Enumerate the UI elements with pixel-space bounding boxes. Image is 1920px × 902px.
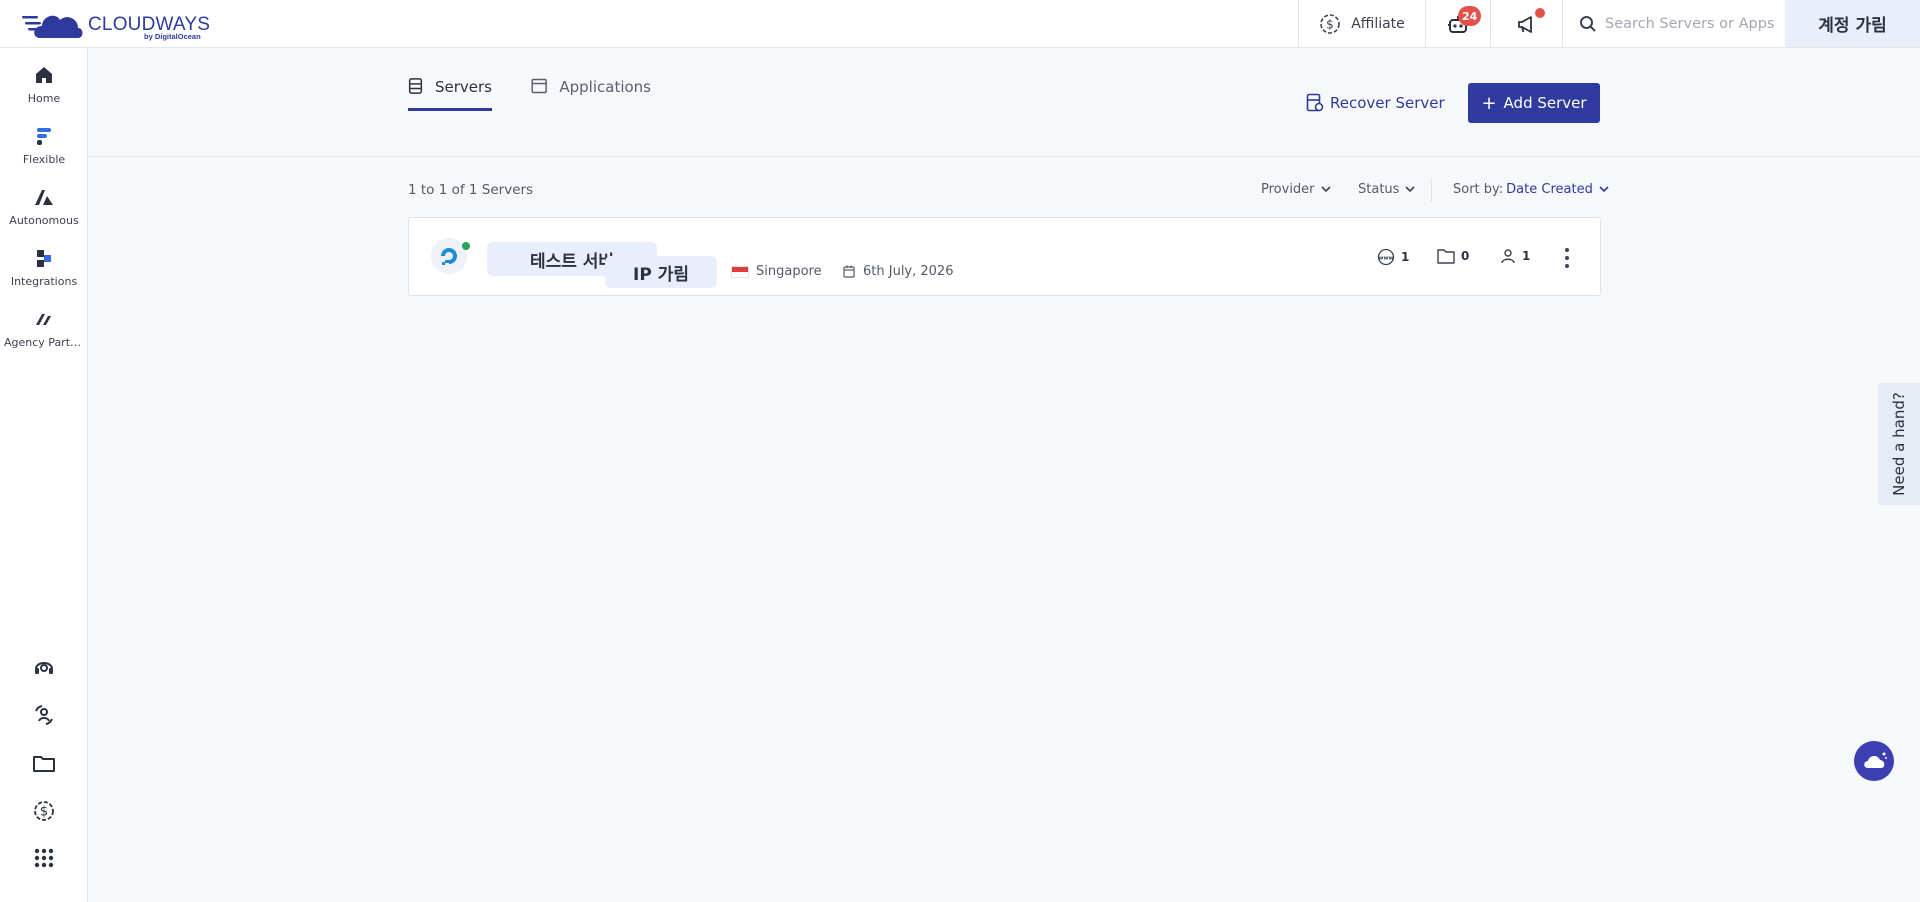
add-server-button[interactable]: + Add Server: [1468, 83, 1600, 123]
search-input[interactable]: [1605, 15, 1785, 32]
apps-grid-icon[interactable]: [32, 846, 56, 870]
sidebar-item-label: Integrations: [10, 275, 78, 288]
billing-icon[interactable]: $: [32, 799, 56, 823]
user-icon: [1501, 249, 1515, 264]
account-label: 계정 가림: [1818, 16, 1887, 36]
location-label: Singapore: [756, 264, 822, 279]
application-window-icon: [531, 78, 547, 94]
sort-value: Date Created: [1506, 182, 1593, 197]
account-menu-button[interactable]: 계정 가림: [1785, 0, 1920, 47]
server-status-dot: [462, 242, 470, 250]
add-server-label: Add Server: [1503, 94, 1587, 112]
status-filter[interactable]: Status: [1358, 182, 1416, 197]
announcement-dot: [1535, 8, 1545, 18]
calendar-icon: [843, 265, 855, 278]
folder-icon: [1437, 249, 1455, 264]
server-icon: [408, 78, 423, 94]
server-count: 1 to 1 of 1 Servers: [408, 182, 534, 198]
sidebar-item-label: Flexible: [22, 153, 66, 166]
sidebar-item-home[interactable]: Home: [0, 64, 88, 120]
support-icon[interactable]: [32, 655, 56, 679]
sort-prefix: Sort by:: [1453, 182, 1504, 197]
websites-count-value: 1: [1401, 250, 1410, 264]
megaphone-icon: [1517, 15, 1532, 33]
bot-notifications-button[interactable]: 24: [1425, 0, 1490, 47]
sidebar-item-integrations[interactable]: Integrations: [0, 247, 88, 303]
brand-sub: by DigitalOcean: [144, 32, 201, 41]
filter-divider: [1431, 178, 1432, 202]
more-options-icon[interactable]: [1559, 248, 1575, 268]
help-label: Need a hand?: [1890, 392, 1908, 496]
top-bar: CLOUDWAYS by DigitalOcean $ Affiliate 24: [0, 0, 1920, 48]
cloud-logo-icon: [22, 15, 83, 38]
autonomous-icon: [35, 190, 53, 205]
sidebar-item-agency-partner[interactable]: Agency Partner: [0, 308, 88, 364]
recover-server-label: Recover Server: [1330, 94, 1445, 112]
provider-filter-label: Provider: [1261, 182, 1315, 197]
team-icon[interactable]: [32, 703, 56, 727]
created-date-label: 6th July, 2026: [863, 264, 954, 279]
sidebar-item-label: Autonomous: [9, 214, 79, 227]
sidebar-item-label: Home: [27, 92, 61, 105]
svg-text:$: $: [1326, 17, 1334, 31]
announcements-button[interactable]: [1490, 0, 1562, 47]
plus-icon: +: [1481, 92, 1497, 114]
www-icon: www: [1377, 248, 1395, 266]
folder-icon[interactable]: [32, 751, 56, 775]
chat-assistant-button[interactable]: [1854, 741, 1894, 781]
agency-partner-icon: [36, 314, 51, 325]
tab-label: Applications: [559, 78, 651, 96]
integrations-icon: [37, 250, 51, 267]
singapore-flag-icon: [731, 265, 749, 278]
home-icon: [36, 67, 52, 83]
sidebar-item-autonomous[interactable]: Autonomous: [0, 186, 88, 242]
tab-servers[interactable]: Servers: [408, 76, 492, 111]
affiliate-dollar-icon: $: [1320, 13, 1341, 34]
sidebar-item-flexible[interactable]: Flexible: [0, 125, 88, 181]
flexible-icon: [37, 128, 51, 145]
svg-text:www: www: [1378, 256, 1393, 262]
sort-dropdown[interactable]: Sort by: Date Created: [1453, 182, 1609, 197]
tab-applications[interactable]: Applications: [531, 76, 651, 110]
chat-cloud-icon: [1864, 752, 1887, 768]
apps-count[interactable]: 0: [1437, 248, 1469, 264]
chevron-down-icon: [1405, 186, 1416, 193]
websites-count[interactable]: www 1: [1377, 248, 1409, 266]
tab-label: Servers: [434, 78, 492, 96]
server-created-date: 6th July, 2026: [843, 264, 953, 279]
need-a-hand-tab[interactable]: Need a hand?: [1878, 383, 1920, 505]
search-icon: [1580, 15, 1596, 32]
server-ip-masked: IP 가림: [605, 256, 717, 288]
apps-count-value: 0: [1461, 249, 1470, 263]
recover-server-icon: [1306, 93, 1324, 112]
page-header: [88, 48, 1920, 157]
users-count-value: 1: [1522, 249, 1531, 263]
recover-server-button[interactable]: Recover Server: [1306, 92, 1445, 114]
server-card[interactable]: 테스트 서버 IP 가림 Singapore 6th July, 2026 ww…: [408, 217, 1601, 296]
provider-filter[interactable]: Provider: [1261, 182, 1331, 197]
status-filter-label: Status: [1358, 182, 1400, 197]
users-count[interactable]: 1: [1500, 248, 1530, 264]
sidebar: Home Flexible Autonomous Integrations Ag…: [0, 48, 88, 902]
search-box[interactable]: [1562, 0, 1785, 47]
svg-text:$: $: [40, 805, 48, 820]
affiliate-button[interactable]: $ Affiliate: [1298, 0, 1425, 47]
notification-count-badge: 24: [1458, 6, 1482, 26]
sidebar-item-label: Agency Partner: [4, 336, 88, 349]
chevron-down-icon: [1599, 186, 1609, 193]
cloudways-logo[interactable]: CLOUDWAYS by DigitalOcean: [22, 6, 212, 42]
server-location: Singapore: [731, 264, 822, 279]
affiliate-label: Affiliate: [1351, 15, 1405, 32]
chevron-down-icon: [1320, 186, 1331, 193]
